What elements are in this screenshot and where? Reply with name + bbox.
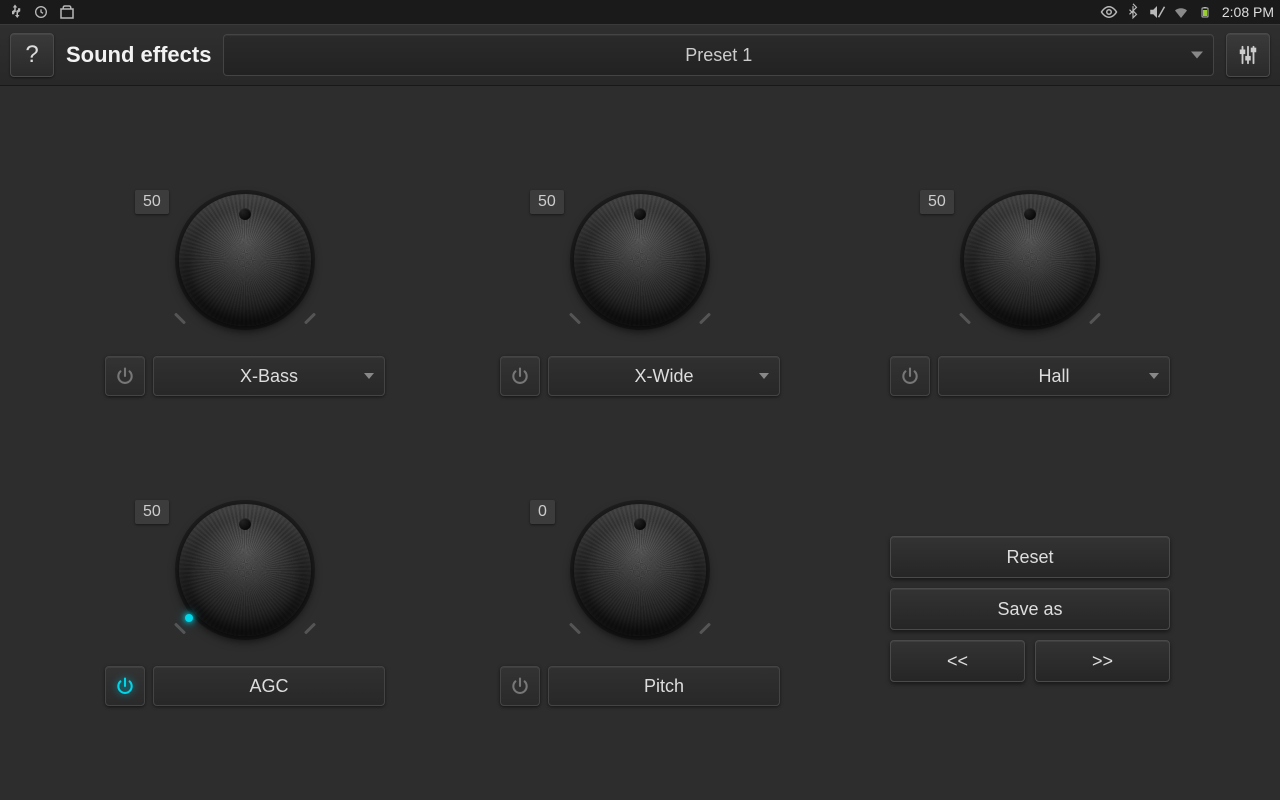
save-as-button[interactable]: Save as: [890, 588, 1170, 630]
reset-button[interactable]: Reset: [890, 536, 1170, 578]
preset-select[interactable]: Preset 1: [223, 34, 1214, 76]
save-as-label: Save as: [997, 599, 1062, 620]
value-badge: 50: [920, 190, 954, 214]
power-icon: [510, 676, 530, 696]
usb-icon: [6, 3, 24, 21]
label-agc: AGC: [153, 666, 385, 706]
clock-label: 2:08 PM: [1222, 4, 1274, 20]
next-label: >>: [1092, 651, 1113, 672]
indicator-on-icon: [185, 614, 193, 622]
equalizer-button[interactable]: [1226, 33, 1270, 77]
prev-label: <<: [947, 651, 968, 672]
eye-icon: [1100, 3, 1118, 21]
effect-agc: 50 AGC: [95, 496, 395, 706]
effect-hall: 50 Hall: [880, 186, 1180, 396]
content-area: 50 X-Bass 50 X-Wide: [0, 86, 1280, 800]
sliders-icon: [1237, 44, 1259, 66]
power-button-hall[interactable]: [890, 356, 930, 396]
power-button-xbass[interactable]: [105, 356, 145, 396]
next-button[interactable]: >>: [1035, 640, 1170, 682]
power-icon: [115, 366, 135, 386]
mode-select-xbass[interactable]: X-Bass: [153, 356, 385, 396]
page-title: Sound effects: [66, 42, 211, 68]
play-store-icon: [58, 3, 76, 21]
power-button-pitch[interactable]: [500, 666, 540, 706]
knob-agc[interactable]: [179, 504, 311, 636]
effect-xbass: 50 X-Bass: [95, 186, 395, 396]
value-badge: 50: [135, 190, 169, 214]
chevron-down-icon: [364, 373, 374, 379]
effect-xwide: 50 X-Wide: [490, 186, 790, 396]
mode-select-hall[interactable]: Hall: [938, 356, 1170, 396]
chevron-down-icon: [759, 373, 769, 379]
power-button-xwide[interactable]: [500, 356, 540, 396]
action-panel: Reset Save as << >>: [890, 536, 1170, 682]
preset-label: Preset 1: [685, 45, 752, 66]
mute-icon: [1148, 3, 1166, 21]
sync-icon: [32, 3, 50, 21]
knob-xbass[interactable]: [179, 194, 311, 326]
bluetooth-icon: [1124, 3, 1142, 21]
mode-label: X-Wide: [634, 366, 693, 387]
knob-xwide[interactable]: [574, 194, 706, 326]
help-icon: ?: [25, 41, 38, 69]
knob-hall[interactable]: [964, 194, 1096, 326]
mode-label: Pitch: [644, 676, 684, 697]
reset-label: Reset: [1006, 547, 1053, 568]
label-pitch: Pitch: [548, 666, 780, 706]
title-bar: ? Sound effects Preset 1: [0, 24, 1280, 86]
mode-label: AGC: [249, 676, 288, 697]
chevron-down-icon: [1149, 373, 1159, 379]
help-button[interactable]: ?: [10, 33, 54, 77]
knob-pitch[interactable]: [574, 504, 706, 636]
prev-button[interactable]: <<: [890, 640, 1025, 682]
mode-label: Hall: [1038, 366, 1069, 387]
value-badge: 50: [530, 190, 564, 214]
effect-pitch: 0 Pitch: [490, 496, 790, 706]
wifi-icon: [1172, 3, 1190, 21]
mode-label: X-Bass: [240, 366, 298, 387]
power-button-agc[interactable]: [105, 666, 145, 706]
power-icon: [115, 676, 135, 696]
mode-select-xwide[interactable]: X-Wide: [548, 356, 780, 396]
power-icon: [510, 366, 530, 386]
battery-icon: [1196, 3, 1214, 21]
value-badge: 50: [135, 500, 169, 524]
power-icon: [900, 366, 920, 386]
value-badge: 0: [530, 500, 555, 524]
chevron-down-icon: [1191, 52, 1203, 59]
status-bar: 2:08 PM: [0, 0, 1280, 24]
